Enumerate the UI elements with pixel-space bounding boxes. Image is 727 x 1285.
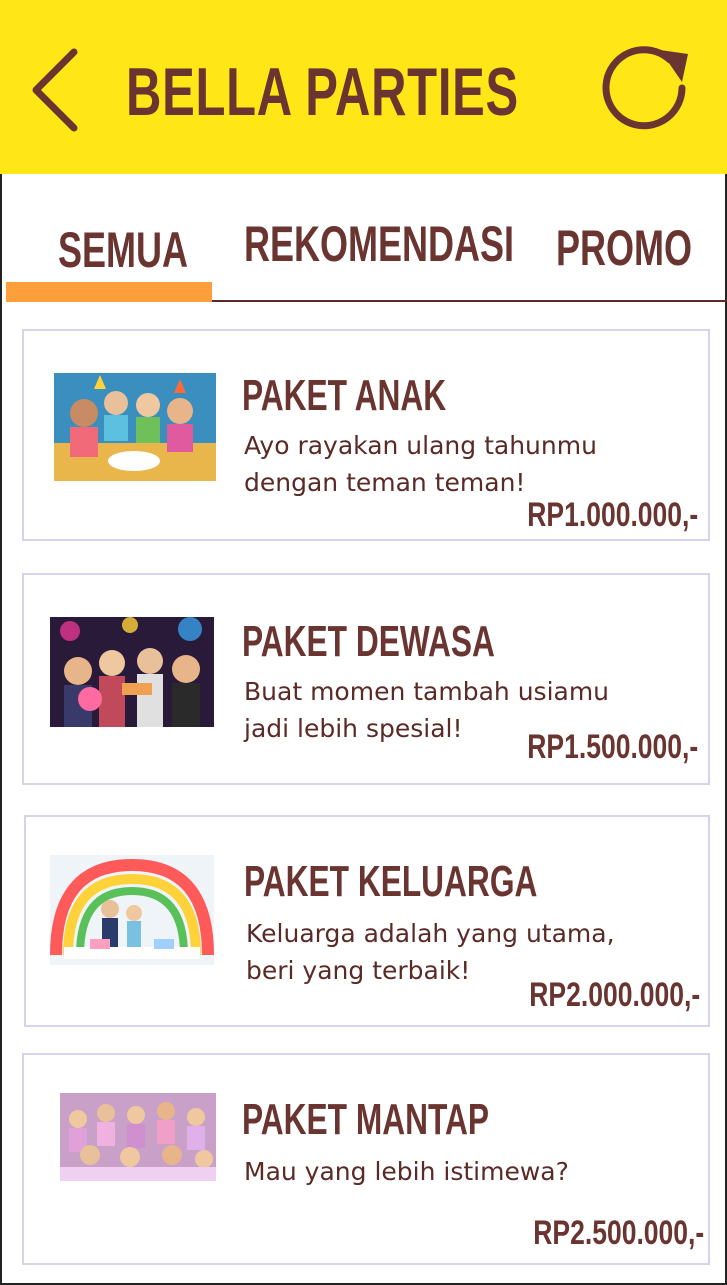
refresh-button[interactable] xyxy=(598,40,694,136)
refresh-icon xyxy=(602,46,688,130)
tab-rekomendasi[interactable]: REKOMENDASI xyxy=(244,214,514,274)
active-tab-indicator xyxy=(6,282,212,302)
package-description: Mau yang lebih istimewa? xyxy=(244,1157,569,1186)
back-button[interactable] xyxy=(24,44,88,136)
kids-party-image xyxy=(54,373,216,481)
package-title: PAKET KELUARGA xyxy=(244,857,538,906)
family-party-image xyxy=(50,855,214,965)
package-title: PAKET DEWASA xyxy=(242,617,495,666)
tab-promo[interactable]: PROMO xyxy=(556,218,692,278)
package-price: RP1.500.000,- xyxy=(526,728,698,766)
package-title: PAKET ANAK xyxy=(242,371,447,420)
package-price: RP1.000.000,- xyxy=(526,496,698,534)
package-card-anak[interactable]: PAKET ANAK Ayo rayakan ulang tahunmu den… xyxy=(22,329,710,541)
package-card-dewasa[interactable]: PAKET DEWASA Buat momen tambah usiamu ja… xyxy=(22,573,710,785)
pajama-party-image xyxy=(60,1093,216,1181)
tab-semua[interactable]: SEMUA xyxy=(58,220,188,280)
package-price: RP2.500.000,- xyxy=(532,1214,704,1252)
package-description: Ayo rayakan ulang tahunmu dengan teman t… xyxy=(244,431,597,497)
package-title: PAKET MANTAP xyxy=(242,1095,489,1144)
package-card-mantap[interactable]: PAKET MANTAP Mau yang lebih istimewa? RP… xyxy=(22,1053,710,1265)
tab-divider xyxy=(212,300,727,302)
package-price: RP2.000.000,- xyxy=(528,976,700,1014)
chevron-left-icon xyxy=(32,48,78,132)
package-card-keluarga[interactable]: PAKET KELUARGA Keluarga adalah yang utam… xyxy=(24,815,710,1027)
tab-bar: SEMUA REKOMENDASI PROMO xyxy=(6,174,727,304)
app-title: BELLA PARTIES xyxy=(126,54,519,130)
adult-party-image xyxy=(50,617,214,727)
app-header: BELLA PARTIES xyxy=(0,0,727,174)
